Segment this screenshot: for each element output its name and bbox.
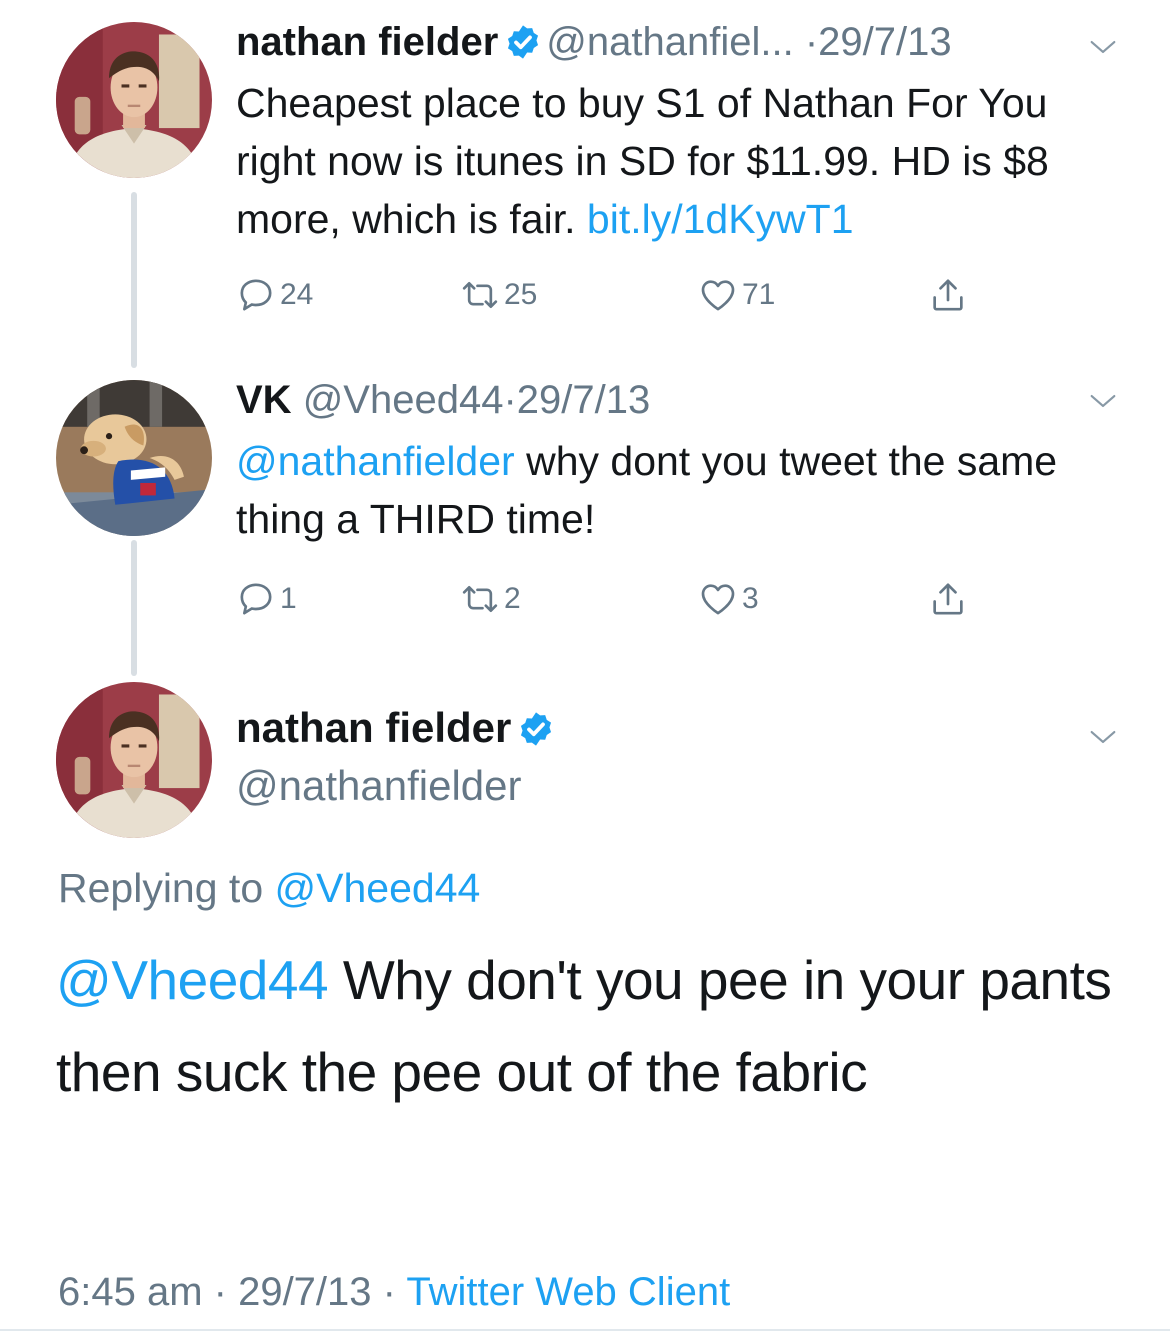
retweet-icon: [460, 275, 500, 315]
heart-icon: [698, 275, 738, 315]
reply-count: 1: [280, 582, 297, 615]
reply-button[interactable]: 1: [236, 574, 297, 624]
user-handle[interactable]: @nathanfiel...: [546, 20, 793, 64]
like-button[interactable]: 71: [698, 270, 775, 320]
mention-link[interactable]: @Vheed44: [56, 949, 329, 1011]
verified-badge-icon: [517, 708, 555, 746]
retweet-button[interactable]: 25: [460, 270, 537, 320]
thread-line: [131, 540, 137, 676]
chevron-down-icon[interactable]: [1086, 720, 1120, 754]
separator-dot: ·: [503, 378, 517, 422]
user-name[interactable]: VK: [236, 378, 292, 422]
thread-line: [131, 192, 137, 368]
tweet-date[interactable]: 29/7/13: [818, 20, 951, 64]
separator-dot: ·: [371, 1270, 407, 1314]
share-icon: [928, 275, 968, 315]
user-handle[interactable]: @Vheed44: [303, 378, 504, 422]
chevron-down-icon[interactable]: [1086, 30, 1120, 64]
retweet-count: 25: [504, 278, 538, 311]
user-name[interactable]: nathan fielder: [236, 20, 498, 64]
reply-count: 24: [280, 278, 314, 311]
share-button[interactable]: [928, 574, 972, 624]
avatar[interactable]: [56, 380, 212, 536]
tweet-text: Cheapest place to buy S1 of Nathan For Y…: [236, 74, 1136, 248]
chevron-down-icon[interactable]: [1086, 384, 1120, 418]
like-count: 71: [742, 278, 776, 311]
tweet-header: nathan fielder @nathanfiel... ·29/7/13: [236, 18, 952, 66]
tweet-header: VK @Vheed44·29/7/13: [236, 376, 650, 424]
user-name[interactable]: nathan fielder: [236, 704, 511, 751]
tweet-source-link[interactable]: Twitter Web Client: [406, 1270, 730, 1314]
tweet-date[interactable]: 29/7/13: [517, 378, 650, 422]
heart-icon: [698, 579, 738, 619]
reply-icon: [236, 275, 276, 315]
user-handle[interactable]: @nathanfielder: [236, 760, 522, 812]
user-name-row[interactable]: nathan fielder: [236, 702, 559, 754]
like-button[interactable]: 3: [698, 574, 759, 624]
share-icon: [928, 579, 968, 619]
tweet-actions: 1 2 3: [236, 574, 996, 624]
like-count: 3: [742, 582, 759, 615]
replying-to: Replying to @Vheed44: [58, 862, 480, 914]
share-button[interactable]: [928, 270, 972, 320]
tweet-actions: 24 25 71: [236, 270, 996, 320]
tweet-time: 6:45 am: [58, 1270, 203, 1314]
retweet-count: 2: [504, 582, 521, 615]
replying-to-link[interactable]: @Vheed44: [275, 865, 481, 911]
reply-icon: [236, 579, 276, 619]
tweet-link[interactable]: bit.ly/1dKywT1: [587, 196, 854, 242]
replying-prefix: Replying to: [58, 865, 275, 911]
reply-button[interactable]: 24: [236, 270, 313, 320]
tweet-text: @Vheed44 Why don't you pee in your pants…: [56, 934, 1116, 1118]
avatar[interactable]: [56, 22, 212, 178]
separator-dot: ·: [202, 1270, 239, 1314]
verified-badge-icon: [504, 23, 542, 61]
avatar[interactable]: [56, 682, 212, 838]
separator-dot: ·: [804, 20, 819, 64]
tweet-text: @nathanfielder why dont you tweet the sa…: [236, 432, 1136, 548]
retweet-button[interactable]: 2: [460, 574, 521, 624]
retweet-icon: [460, 579, 500, 619]
tweet-meta: 6:45 am · 29/7/13 · Twitter Web Client: [58, 1266, 730, 1318]
tweet-date: 29/7/13: [238, 1270, 372, 1314]
mention-link[interactable]: @nathanfielder: [236, 438, 515, 484]
